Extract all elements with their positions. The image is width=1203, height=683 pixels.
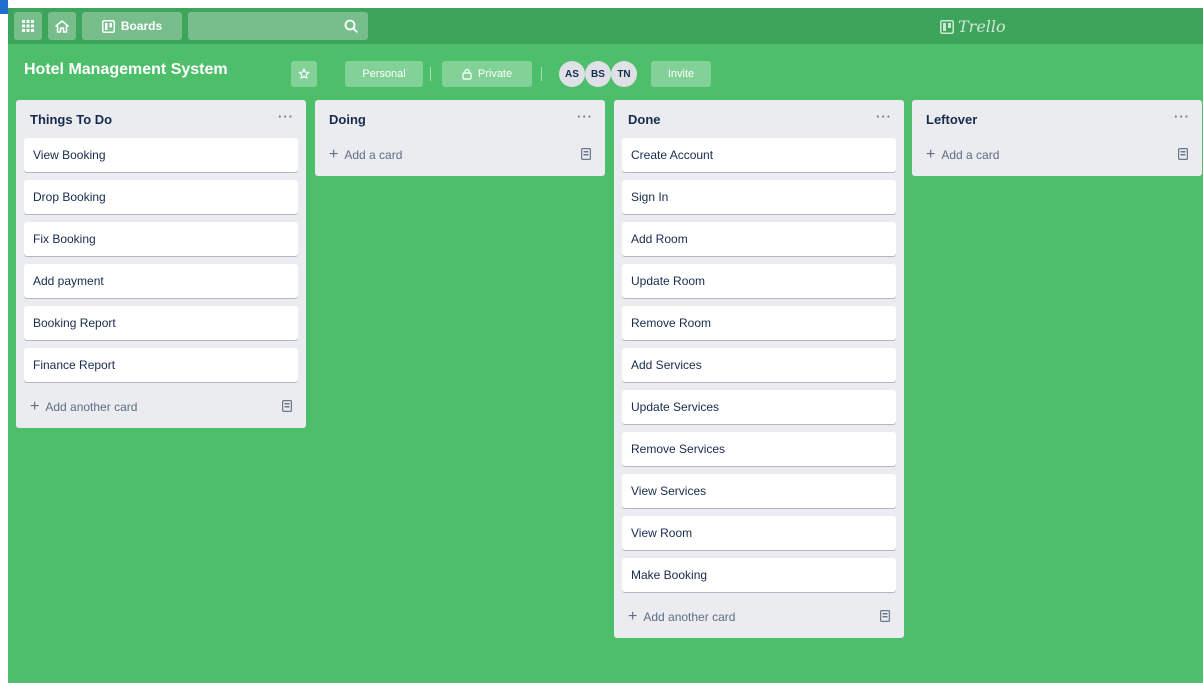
add-card-label: Add a card [344, 148, 403, 162]
add-card-button[interactable]: + Add a card [912, 138, 1202, 172]
list-card[interactable]: Remove Services [622, 432, 896, 466]
visibility-label: Private [477, 68, 513, 80]
list-menu-icon[interactable]: ··· [278, 109, 294, 124]
list-card[interactable]: Fix Booking [24, 222, 298, 256]
list-card[interactable]: Update Services [622, 390, 896, 424]
search-input[interactable] [188, 12, 368, 40]
list-title[interactable]: Doing [329, 112, 366, 127]
list-card[interactable]: View Services [622, 474, 896, 508]
list-done: Done ··· Create Account Sign In Add Room… [614, 100, 904, 638]
boards-button[interactable]: Boards [82, 12, 182, 40]
list-card[interactable]: Make Booking [622, 558, 896, 592]
boards-label: Boards [120, 19, 163, 33]
list-card[interactable]: Create Account [622, 138, 896, 172]
trello-logo[interactable]: Trello [940, 17, 1006, 36]
boards-icon [101, 19, 115, 33]
list-title[interactable]: Done [628, 112, 661, 127]
apps-grid-icon [22, 20, 34, 32]
member-avatar[interactable]: TN [611, 61, 637, 87]
list-card[interactable]: View Room [622, 516, 896, 550]
plus-icon: + [926, 146, 936, 163]
add-card-label: Add a card [941, 148, 1000, 162]
top-navigation-bar: Boards Trello [8, 8, 1203, 44]
add-card-label: Add another card [643, 610, 736, 624]
plus-icon: + [628, 608, 638, 625]
home-icon [55, 19, 69, 33]
list-card[interactable]: Remove Room [622, 306, 896, 340]
home-button[interactable] [48, 12, 76, 40]
list-things-to-do: Things To Do ··· View Booking Drop Booki… [16, 100, 306, 428]
card-template-icon[interactable] [282, 400, 292, 412]
card-template-icon[interactable] [1178, 148, 1188, 160]
lock-icon [462, 68, 472, 80]
member-avatar[interactable]: BS [585, 61, 611, 87]
trello-logo-icon [940, 19, 954, 34]
list-title[interactable]: Things To Do [30, 112, 112, 127]
add-card-label: Add another card [45, 400, 138, 414]
list-title[interactable]: Leftover [926, 112, 977, 127]
list-header: Leftover ··· [912, 100, 1202, 138]
list-leftover: Leftover ··· + Add a card [912, 100, 1202, 176]
add-card-button[interactable]: + Add a card [315, 138, 605, 172]
board-title[interactable]: Hotel Management System [24, 61, 228, 79]
search-icon [344, 19, 358, 33]
list-menu-icon[interactable]: ··· [876, 109, 892, 124]
list-card[interactable]: Add Services [622, 348, 896, 382]
team-button[interactable]: Personal [345, 61, 423, 87]
add-card-button[interactable]: + Add another card [16, 390, 306, 424]
window-corner-marker [0, 0, 8, 14]
list-header: Things To Do ··· [16, 100, 306, 138]
list-menu-icon[interactable]: ··· [1174, 109, 1190, 124]
list-doing: Doing ··· + Add a card [315, 100, 605, 176]
logo-text: Trello [958, 17, 1006, 36]
header-divider [541, 67, 542, 81]
plus-icon: + [30, 398, 40, 415]
list-card[interactable]: Drop Booking [24, 180, 298, 214]
plus-icon: + [329, 146, 339, 163]
list-header: Done ··· [614, 100, 904, 138]
star-button[interactable] [291, 61, 317, 87]
star-icon [298, 68, 310, 79]
visibility-button[interactable]: Private [442, 61, 532, 87]
list-card[interactable]: Add payment [24, 264, 298, 298]
list-card[interactable]: Update Room [622, 264, 896, 298]
list-card[interactable]: Booking Report [24, 306, 298, 340]
apps-button[interactable] [14, 12, 42, 40]
card-template-icon[interactable] [880, 610, 890, 622]
list-card[interactable]: View Booking [24, 138, 298, 172]
header-divider [430, 67, 431, 81]
add-card-button[interactable]: + Add another card [614, 600, 904, 634]
invite-button[interactable]: Invite [651, 61, 711, 87]
list-card[interactable]: Finance Report [24, 348, 298, 382]
list-header: Doing ··· [315, 100, 605, 138]
list-card[interactable]: Add Room [622, 222, 896, 256]
card-template-icon[interactable] [581, 148, 591, 160]
list-menu-icon[interactable]: ··· [577, 109, 593, 124]
list-card[interactable]: Sign In [622, 180, 896, 214]
member-avatar[interactable]: AS [559, 61, 585, 87]
board-canvas: Boards Trello Hotel Management System Pe… [8, 8, 1203, 683]
